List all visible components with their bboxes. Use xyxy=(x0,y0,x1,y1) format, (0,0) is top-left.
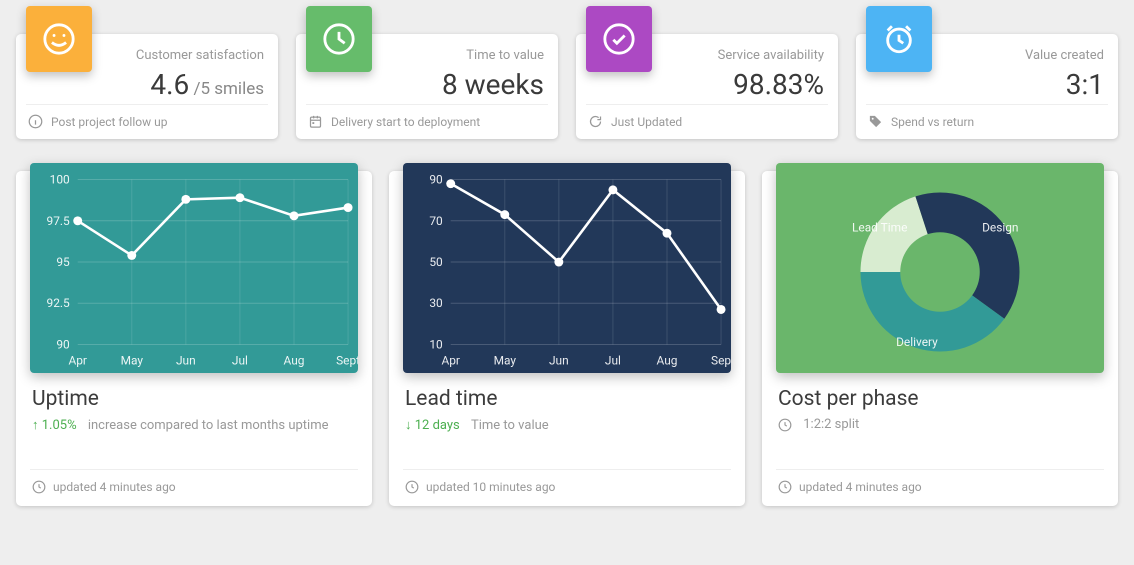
stat-foot: Just Updated xyxy=(588,114,682,129)
svg-text:Jul: Jul xyxy=(605,353,621,367)
arrow-up-icon: ↑ 1.05% xyxy=(32,417,77,433)
chart-subtitle: 1:2:2 split xyxy=(778,417,859,432)
svg-text:70: 70 xyxy=(429,214,443,228)
svg-text:Jul: Jul xyxy=(232,353,248,367)
stat-value: 98.83% xyxy=(733,68,824,101)
stat-label: Service availability xyxy=(718,48,824,63)
chart-foot: updated 10 minutes ago xyxy=(405,480,555,494)
chart-plot: 90 92.5 95 97.5 100 Apr May Jun Jul Aug Sept xyxy=(30,163,358,373)
clock-icon xyxy=(306,6,372,72)
refresh-icon xyxy=(588,114,603,129)
svg-text:50: 50 xyxy=(429,255,443,269)
chart-card-uptime[interactable]: 90 92.5 95 97.5 100 Apr May Jun Jul Aug Sept Uptime… xyxy=(16,171,372,506)
svg-text:95: 95 xyxy=(56,255,70,269)
svg-text:Apr: Apr xyxy=(68,353,87,367)
stat-card-clock[interactable]: Time to value 8 weeks Delivery start to de… xyxy=(296,34,558,139)
clock-icon xyxy=(778,480,792,494)
alarm-icon xyxy=(866,6,932,72)
svg-text:92.5: 92.5 xyxy=(47,296,71,310)
info-icon xyxy=(28,114,43,129)
check-icon xyxy=(586,6,652,72)
stat-value: 4.6 /5 smiles xyxy=(150,68,264,101)
clock-icon xyxy=(405,480,419,494)
svg-text:May: May xyxy=(121,353,144,367)
chart-plot: 10 30 50 70 90 Apr May Jun Jul Aug Sep xyxy=(403,163,731,373)
svg-text:Delivery: Delivery xyxy=(896,335,938,349)
stat-card-check[interactable]: Service availability 98.83% Just Updated xyxy=(576,34,838,139)
svg-text:Sept: Sept xyxy=(336,353,358,367)
stat-card-smile[interactable]: Customer satisfaction 4.6 /5 smiles Post p… xyxy=(16,34,278,139)
chart-plot: Lead Time Design Delivery xyxy=(776,163,1104,373)
svg-text:Jun: Jun xyxy=(176,353,196,367)
stat-foot: Post project follow up xyxy=(28,114,167,129)
calendar-icon xyxy=(308,114,323,129)
chart-title: Cost per phase xyxy=(778,387,919,411)
chart-foot: updated 4 minutes ago xyxy=(32,480,176,494)
stat-foot: Spend vs return xyxy=(868,114,974,129)
svg-text:Sep: Sep xyxy=(711,353,731,367)
stat-label: Value created xyxy=(1025,48,1104,63)
arrow-down-icon: ↓ 12 days xyxy=(405,417,460,433)
stat-label: Time to value xyxy=(466,48,544,63)
svg-text:May: May xyxy=(494,353,517,367)
clock-icon xyxy=(32,480,46,494)
svg-text:Aug: Aug xyxy=(284,353,305,367)
svg-text:97.5: 97.5 xyxy=(47,214,71,228)
chart-subtitle: ↓ 12 days Time to value xyxy=(405,417,549,433)
stat-card-alarm[interactable]: Value created 3:1 Spend vs return xyxy=(856,34,1118,139)
chart-title: Uptime xyxy=(32,387,99,411)
svg-text:Jun: Jun xyxy=(549,353,569,367)
stat-value: 8 weeks xyxy=(442,68,544,101)
smile-icon xyxy=(26,6,92,72)
svg-text:30: 30 xyxy=(429,296,443,310)
stat-foot: Delivery start to deployment xyxy=(308,114,480,129)
chart-card-lead-time[interactable]: 10 30 50 70 90 Apr May Jun Jul Aug Sep Lead time ↓ 1… xyxy=(389,171,745,506)
svg-text:100: 100 xyxy=(50,173,70,187)
stat-label: Customer satisfaction xyxy=(136,48,264,63)
svg-text:Lead Time: Lead Time xyxy=(852,220,907,234)
chart-subtitle: ↑ 1.05% increase compared to last months… xyxy=(32,417,329,433)
svg-text:Apr: Apr xyxy=(441,353,460,367)
svg-text:Design: Design xyxy=(982,220,1018,234)
stat-value: 3:1 xyxy=(1066,68,1104,101)
svg-text:90: 90 xyxy=(56,338,70,352)
svg-text:Aug: Aug xyxy=(657,353,678,367)
svg-text:90: 90 xyxy=(429,173,443,187)
chart-title: Lead time xyxy=(405,387,497,411)
tag-icon xyxy=(868,114,883,129)
svg-text:10: 10 xyxy=(429,338,443,352)
chart-foot: updated 4 minutes ago xyxy=(778,480,922,494)
chart-card-cost-per-phase[interactable]: Lead Time Design Delivery Cost per phase 1:… xyxy=(762,171,1118,506)
clock-icon xyxy=(778,418,792,432)
